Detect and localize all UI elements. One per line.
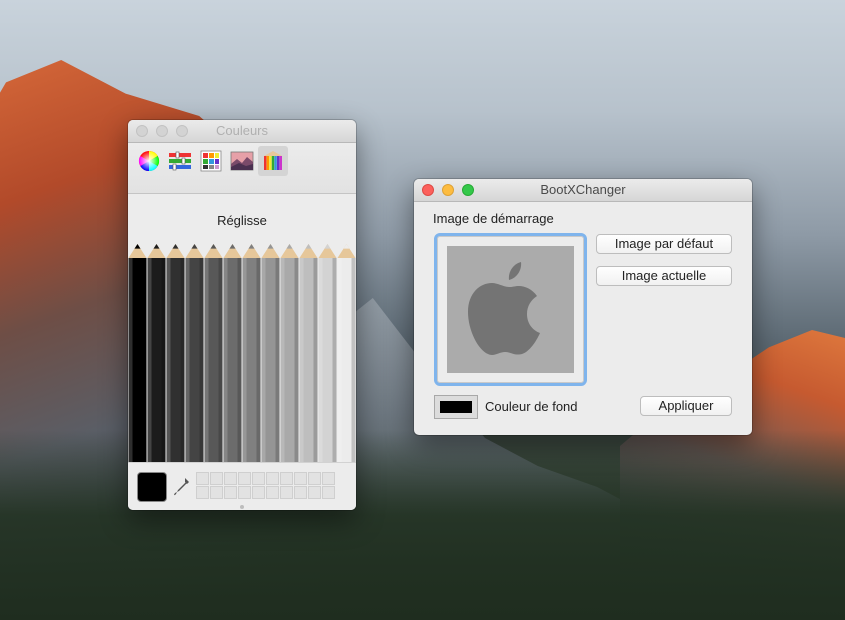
pencil[interactable] xyxy=(242,244,261,486)
pencil[interactable] xyxy=(261,244,280,486)
palette-icon xyxy=(200,150,222,172)
color-wheel-icon xyxy=(138,150,160,172)
startup-image-well[interactable] xyxy=(434,233,587,386)
pencil[interactable] xyxy=(280,244,299,486)
bootxchanger-titlebar[interactable]: BootXChanger xyxy=(414,179,752,202)
colors-panel-title: Couleurs xyxy=(215,123,269,138)
pencil[interactable] xyxy=(185,244,204,486)
empty-swatch-slot[interactable] xyxy=(210,472,223,485)
startup-image-preview xyxy=(447,246,574,373)
pencil[interactable] xyxy=(166,244,185,486)
close-button[interactable] xyxy=(422,184,434,196)
pencil[interactable] xyxy=(318,244,337,486)
tab-color-wheel[interactable] xyxy=(134,146,164,176)
empty-swatch-slot[interactable] xyxy=(308,472,321,485)
bootxchanger-window: BootXChanger Image de démarrage Image pa… xyxy=(414,179,752,435)
empty-swatch-slot[interactable] xyxy=(266,486,279,499)
empty-swatch-slot[interactable] xyxy=(196,472,209,485)
colors-body: Réglisse xyxy=(128,194,356,487)
resize-handle[interactable] xyxy=(240,505,244,509)
minimize-button[interactable] xyxy=(442,184,454,196)
zoom-button[interactable] xyxy=(462,184,474,196)
window-controls xyxy=(422,184,474,196)
empty-swatch-slot[interactable] xyxy=(294,486,307,499)
colors-panel: Couleurs Réglisse xyxy=(128,120,356,510)
startup-image-label: Image de démarrage xyxy=(433,211,554,226)
selected-color-name: Réglisse xyxy=(217,213,267,228)
tab-pencils[interactable] xyxy=(258,146,288,176)
apple-logo-icon xyxy=(468,262,540,355)
close-button[interactable] xyxy=(136,125,148,137)
empty-swatch-slot[interactable] xyxy=(322,472,335,485)
empty-swatch-slot[interactable] xyxy=(280,472,293,485)
pencil[interactable] xyxy=(337,244,356,486)
empty-swatch-slot[interactable] xyxy=(238,486,251,499)
pencil[interactable] xyxy=(128,244,147,486)
pencil[interactable] xyxy=(299,244,318,486)
tab-image-palettes[interactable] xyxy=(227,146,257,176)
colors-toolbar xyxy=(128,143,356,194)
empty-swatch-slot[interactable] xyxy=(252,472,265,485)
empty-swatch-slot[interactable] xyxy=(224,486,237,499)
image-palette-icon xyxy=(230,151,254,171)
pencil[interactable] xyxy=(204,244,223,486)
background-color-label: Couleur de fond xyxy=(485,399,578,414)
empty-swatch-slot[interactable] xyxy=(308,486,321,499)
empty-swatch-slot[interactable] xyxy=(238,472,251,485)
sliders-icon xyxy=(169,151,191,171)
pencil-box xyxy=(128,228,356,486)
empty-swatch-slot[interactable] xyxy=(322,486,335,499)
apply-button[interactable]: Appliquer xyxy=(640,396,732,416)
pencil[interactable] xyxy=(147,244,166,486)
pencil[interactable] xyxy=(223,244,242,486)
empty-swatch-slot[interactable] xyxy=(280,486,293,499)
zoom-button[interactable] xyxy=(176,125,188,137)
color-swatch-slots[interactable] xyxy=(196,472,335,499)
pencils-icon xyxy=(264,151,282,170)
empty-swatch-slot[interactable] xyxy=(294,472,307,485)
colors-panel-titlebar[interactable]: Couleurs xyxy=(128,120,356,143)
current-color-swatch[interactable] xyxy=(137,472,167,502)
current-image-button[interactable]: Image actuelle xyxy=(596,266,732,286)
wallpaper-forest xyxy=(0,430,845,620)
tab-color-palettes[interactable] xyxy=(196,146,226,176)
background-color-swatch xyxy=(440,401,472,413)
empty-swatch-slot[interactable] xyxy=(266,472,279,485)
empty-swatch-slot[interactable] xyxy=(224,472,237,485)
window-title: BootXChanger xyxy=(540,182,626,197)
empty-swatch-slot[interactable] xyxy=(252,486,265,499)
minimize-button[interactable] xyxy=(156,125,168,137)
window-controls xyxy=(136,125,188,137)
empty-swatch-slot[interactable] xyxy=(210,486,223,499)
colors-bottom-bar xyxy=(128,462,356,510)
tab-color-sliders[interactable] xyxy=(165,146,195,176)
empty-swatch-slot[interactable] xyxy=(196,486,209,499)
default-image-button[interactable]: Image par défaut xyxy=(596,234,732,254)
eyedropper-icon[interactable] xyxy=(174,477,190,497)
background-color-well[interactable] xyxy=(434,395,478,419)
